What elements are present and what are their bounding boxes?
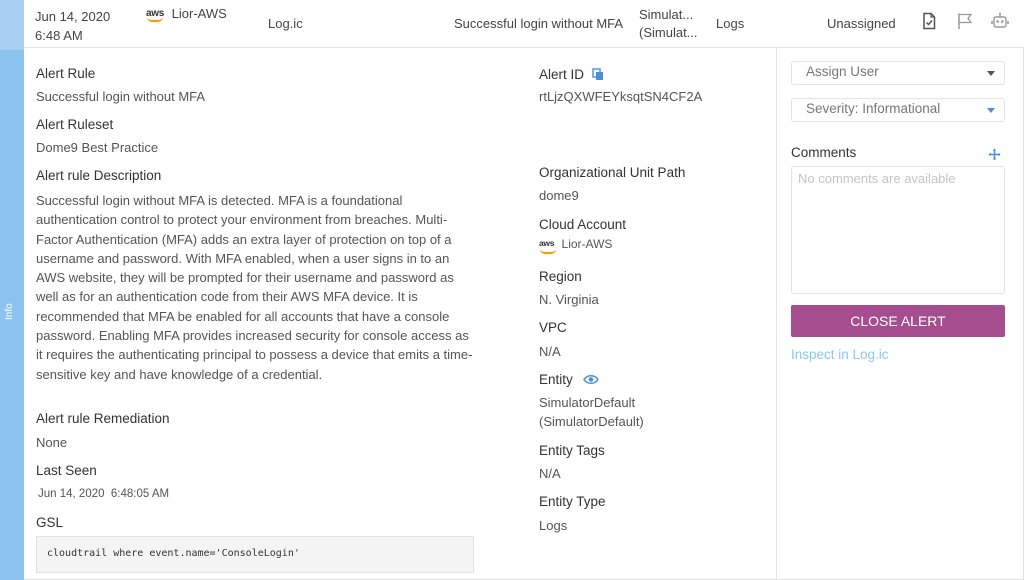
assign-user-value: Assign User <box>806 64 879 79</box>
entity-type-value: Logs <box>539 518 568 533</box>
description-label: Alert rule Description <box>36 168 162 183</box>
aws-logo-icon: aws <box>146 6 164 22</box>
report-check-icon[interactable] <box>920 12 938 30</box>
close-alert-button[interactable]: CLOSE ALERT <box>791 305 1005 337</box>
column-divider <box>776 48 777 580</box>
aws-logo-icon: aws <box>539 238 557 254</box>
header-account-name: Lior-AWS <box>171 6 227 21</box>
header-entity-line2: (Simulat... <box>639 25 698 40</box>
alert-id-label-text: Alert ID <box>539 67 585 82</box>
severity-dropdown[interactable]: Severity: Informational <box>791 98 1005 122</box>
vpc-label: VPC <box>539 320 567 335</box>
gsl-code-box[interactable]: cloudtrail where event.name='ConsoleLogi… <box>36 536 474 573</box>
info-side-bar[interactable]: Info <box>0 0 24 580</box>
header-rule: Successful login without MFA <box>454 16 624 31</box>
ou-path-label: Organizational Unit Path <box>539 165 686 180</box>
entity-value-line1: SimulatorDefault <box>539 395 636 410</box>
alert-id-label: Alert ID <box>539 66 604 82</box>
entity-label: Entity <box>539 372 599 387</box>
header-assignee: Unassigned <box>827 16 896 31</box>
alert-header-row[interactable]: Jun 14, 2020 6:48 AM aws Lior-AWS Log.ic… <box>24 0 1024 48</box>
comments-textarea[interactable]: No comments are available <box>791 166 1005 294</box>
header-entity-line1: Simulat... <box>639 7 694 22</box>
header-entity-type: Logs <box>716 16 745 31</box>
remediation-value: None <box>36 435 68 450</box>
alert-rule-label: Alert Rule <box>36 66 96 81</box>
chevron-down-icon <box>987 71 995 76</box>
severity-value: Severity: Informational <box>806 101 941 116</box>
cloud-account-value: aws Lior-AWS <box>539 237 613 254</box>
alert-id-value: rtLjzQXWFEYksqtSN4CF2A <box>539 89 703 104</box>
cloud-account-label: Cloud Account <box>539 217 627 232</box>
entity-tags-value: N/A <box>539 466 561 481</box>
copy-icon[interactable] <box>592 68 604 81</box>
region-label: Region <box>539 269 582 284</box>
entity-value-line2: (SimulatorDefault) <box>539 414 644 429</box>
chevron-down-icon <box>987 108 995 113</box>
alert-ruleset-label: Alert Ruleset <box>36 117 114 132</box>
assign-user-dropdown[interactable]: Assign User <box>791 61 1005 85</box>
entity-type-label: Entity Type <box>539 494 606 509</box>
cloud-account-name: Lior-AWS <box>561 237 613 251</box>
header-time: 6:48 AM <box>35 28 83 43</box>
robot-icon[interactable] <box>991 12 1009 30</box>
alert-ruleset-value: Dome9 Best Practice <box>36 140 159 155</box>
info-tab-label: Info <box>4 303 15 321</box>
inspect-in-logic-link[interactable]: Inspect in Log.ic <box>791 347 889 362</box>
last-seen-value: Jun 14, 2020 6:48:05 AM <box>38 488 170 500</box>
last-seen-label: Last Seen <box>36 463 97 478</box>
header-account: aws Lior-AWS <box>146 6 227 24</box>
vpc-value: N/A <box>539 344 561 359</box>
ou-path-value: dome9 <box>539 188 579 203</box>
header-date: Jun 14, 2020 <box>35 9 111 24</box>
gsl-label: GSL <box>36 515 64 530</box>
comments-label: Comments <box>791 145 857 160</box>
remediation-label: Alert rule Remediation <box>36 411 170 426</box>
entity-tags-label: Entity Tags <box>539 443 605 458</box>
region-value: N. Virginia <box>539 292 599 307</box>
eye-icon[interactable] <box>582 374 599 385</box>
entity-label-text: Entity <box>539 372 573 387</box>
add-comment-icon[interactable] <box>988 148 1001 161</box>
alert-rule-value: Successful login without MFA <box>36 89 206 104</box>
flag-icon[interactable] <box>956 12 974 30</box>
header-source: Log.ic <box>268 16 303 31</box>
description-text: Successful login without MFA is detected… <box>36 193 473 382</box>
